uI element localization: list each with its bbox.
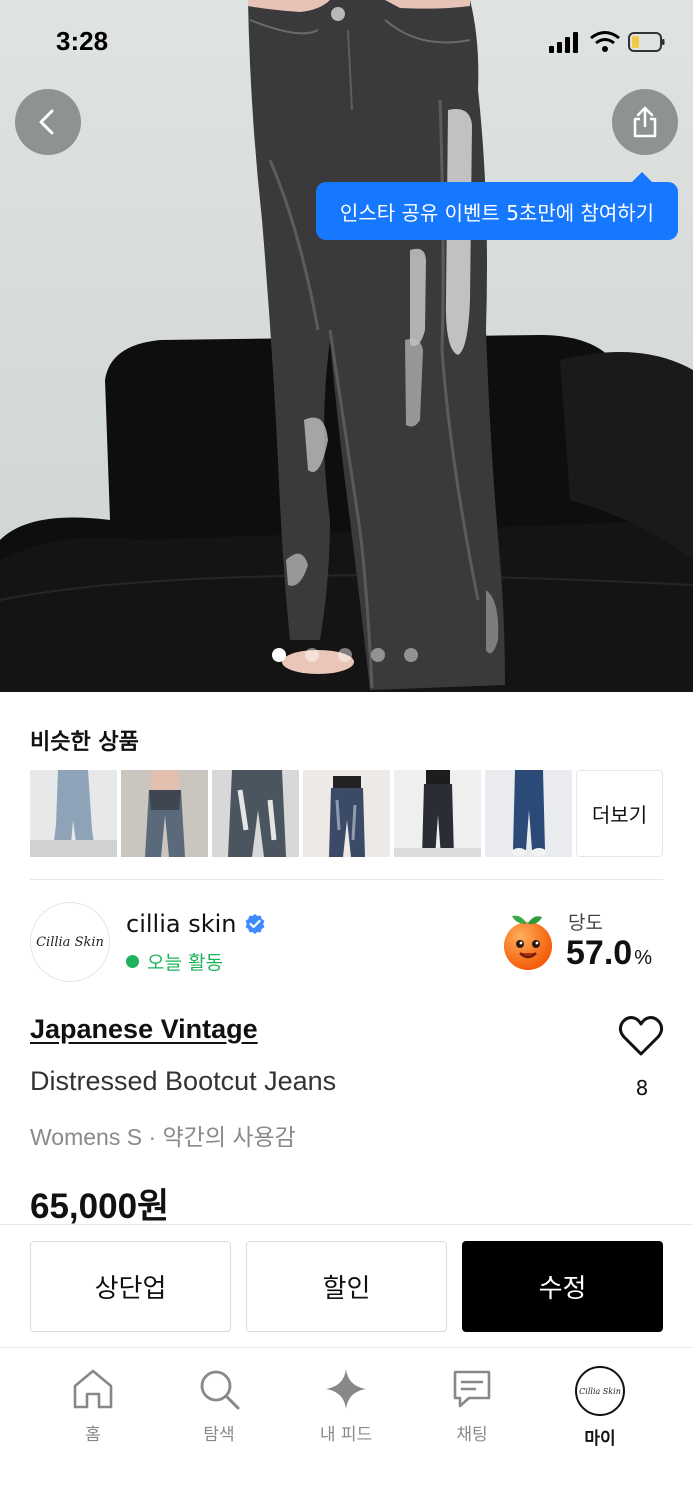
online-indicator <box>126 955 139 968</box>
seller-name: cillia skin <box>126 910 237 938</box>
status-time: 3:28 <box>56 26 109 56</box>
tab-search[interactable]: 탐색 <box>164 1366 274 1456</box>
tab-label: 탐색 <box>203 1425 235 1445</box>
similar-items-row: 더보기 <box>30 770 663 857</box>
verified-badge-icon <box>246 914 265 934</box>
carousel-dot <box>404 648 418 662</box>
seller-status-text: 오늘 활동 <box>147 952 223 974</box>
more-similar-button[interactable]: 더보기 <box>576 770 663 857</box>
carousel-dot <box>272 648 286 662</box>
share-button[interactable] <box>612 89 678 155</box>
seller-action-bar: 상단업 할인 수정 <box>0 1224 693 1348</box>
back-button[interactable] <box>15 89 81 155</box>
discount-button[interactable]: 할인 <box>246 1241 447 1332</box>
product-brand-link[interactable]: Japanese Vintage <box>30 1014 258 1045</box>
similar-items-title: 비슷한 상품 <box>30 730 139 755</box>
product-meta: Womens S · 약간의 사용감 <box>30 1124 296 1150</box>
tab-my-feed[interactable]: 내 피드 <box>291 1366 401 1456</box>
tab-home[interactable]: 홈 <box>38 1366 148 1456</box>
like-count: 8 <box>635 1076 649 1100</box>
product-price: 65,000원 <box>30 1187 170 1226</box>
sweetness-score: 57.0% <box>566 934 652 973</box>
similar-item-thumbnail[interactable] <box>121 770 208 857</box>
like-heart-button[interactable] <box>618 1014 664 1058</box>
edit-button[interactable]: 수정 <box>462 1241 663 1332</box>
similar-item-thumbnail[interactable] <box>485 770 572 857</box>
similar-item-thumbnail[interactable] <box>30 770 117 857</box>
carousel-indicator <box>272 648 422 664</box>
product-image-carousel[interactable]: 3:28 인스타 공유 이벤트 5초만에 참여하기 <box>0 0 693 692</box>
sweetness-unit: % <box>634 947 652 969</box>
similar-item-thumbnail[interactable] <box>394 770 481 857</box>
divider <box>30 879 663 880</box>
sweetness-label: 당도 <box>568 912 603 934</box>
tab-chat[interactable]: 채팅 <box>417 1366 527 1456</box>
similar-item-thumbnail[interactable] <box>212 770 299 857</box>
tab-label: 채팅 <box>456 1425 488 1445</box>
avatar: Cillia Skin <box>575 1366 625 1416</box>
carousel-dot <box>371 648 385 662</box>
sweetness-value: 57.0 <box>566 934 633 972</box>
status-bar: 3:28 <box>0 0 693 88</box>
seller-avatar[interactable]: Cillia Skin <box>30 902 110 982</box>
similar-item-thumbnail[interactable] <box>303 770 390 857</box>
carousel-dot <box>305 648 319 662</box>
bottom-tab-bar: 홈 탐색 내 피드 채팅 Cillia Skin 마이 <box>0 1347 693 1500</box>
chat-icon <box>453 1370 491 1408</box>
tab-label: 홈 <box>85 1425 101 1445</box>
tab-label: 마이 <box>584 1429 616 1449</box>
carousel-dot <box>338 648 352 662</box>
product-title: Distressed Bootcut Jeans <box>30 1066 337 1096</box>
product-photo <box>0 0 693 692</box>
share-icon <box>633 106 657 138</box>
instagram-share-tooltip[interactable]: 인스타 공유 이벤트 5초만에 참여하기 <box>316 172 678 240</box>
chevron-left-icon <box>39 109 54 135</box>
tab-label: 내 피드 <box>319 1425 373 1445</box>
search-icon <box>200 1370 240 1410</box>
seller-activity-status: 오늘 활동 <box>126 948 223 975</box>
peach-mascot-icon <box>504 915 552 970</box>
status-icons <box>549 31 665 53</box>
sparkle-icon <box>326 1369 366 1409</box>
avatar-logo: Cillia Skin <box>579 1386 621 1396</box>
seller-name-row[interactable]: cillia skin <box>126 910 266 938</box>
home-icon <box>73 1369 113 1409</box>
tab-my[interactable]: Cillia Skin 마이 <box>545 1366 655 1456</box>
seller-avatar-logo: Cillia Skin <box>36 934 104 950</box>
bump-button[interactable]: 상단업 <box>30 1241 231 1332</box>
